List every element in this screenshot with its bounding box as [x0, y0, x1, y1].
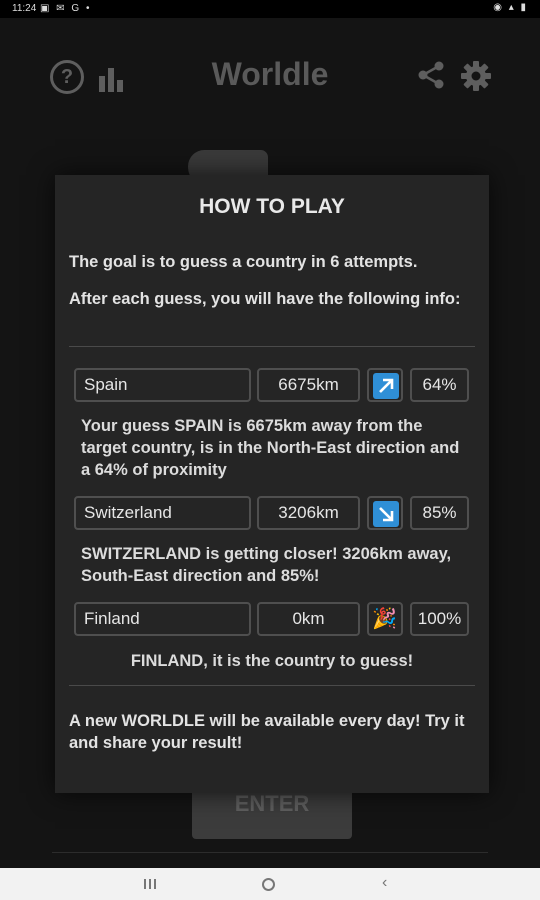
example-country-finland: Finland [74, 602, 251, 636]
example-direction-spain [367, 368, 403, 402]
example-description-finland: FINLAND, it is the country to guess! [130, 652, 414, 670]
navigation-bar: ‹ [0, 868, 540, 900]
notification-icons: ▣ ✉ G • [40, 3, 92, 14]
example-percent-spain: 64% [410, 368, 469, 402]
intro-goal-text: The goal is to guess a country in 6 atte… [69, 253, 418, 271]
home-icon[interactable] [262, 878, 275, 891]
example-country-switzerland: Switzerland [74, 496, 251, 530]
divider [52, 852, 488, 853]
example-direction-switzerland [367, 496, 403, 530]
example-percent-finland: 100% [410, 602, 469, 636]
example-direction-finland: 🎉 [367, 602, 403, 636]
south-east-arrow-icon [373, 501, 399, 527]
divider [69, 685, 475, 686]
example-distance-switzerland: 3206km [257, 496, 360, 530]
back-icon[interactable]: ‹ [382, 874, 387, 892]
party-popper-icon: 🎉 [372, 608, 397, 630]
example-distance-spain: 6675km [257, 368, 360, 402]
footer-text: A new WORLDLE will be available every da… [69, 712, 465, 752]
status-bar: 11:24 ▣ ✉ G • ◉ ▴ ▮ [0, 0, 540, 18]
settings-gear-icon[interactable] [460, 60, 492, 92]
system-icons: ◉ ▴ ▮ [493, 2, 528, 13]
app-title: Worldle [211, 56, 329, 92]
example-distance-finland: 0km [257, 602, 360, 636]
status-time: 11:24 [12, 3, 37, 14]
share-icon[interactable] [416, 60, 446, 90]
north-east-arrow-icon [373, 373, 399, 399]
intro-info-text: After each guess, you will have the foll… [69, 290, 461, 308]
divider [69, 346, 475, 347]
how-to-play-modal: HOW TO PLAY The goal is to guess a count… [55, 175, 489, 793]
example-country-spain: Spain [74, 368, 251, 402]
modal-title: HOW TO PLAY [199, 195, 345, 218]
recent-apps-icon[interactable] [144, 879, 156, 889]
example-description-spain: Your guess SPAIN is 6675km away from the… [81, 417, 460, 479]
example-description-switzerland: SWITZERLAND is getting closer! 3206km aw… [81, 545, 452, 585]
app-header: ? Worldle [0, 18, 540, 128]
example-percent-switzerland: 85% [410, 496, 469, 530]
